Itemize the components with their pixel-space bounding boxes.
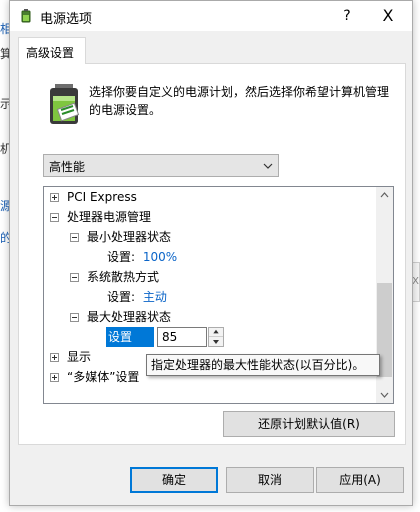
tab-label: 高级设置 <box>26 46 75 60</box>
power-plan-dropdown[interactable]: 高性能 <box>43 154 279 177</box>
setting-value[interactable]: 100% <box>143 250 177 264</box>
spin-down-icon[interactable] <box>209 337 223 346</box>
scroll-up-icon[interactable] <box>376 187 393 204</box>
tree-item-label: PCI Express <box>67 190 137 204</box>
expand-plus-icon[interactable] <box>50 353 59 362</box>
tree-item-cooling-policy[interactable]: 系统散热方式 <box>70 267 159 287</box>
dialog-title: 电源选项 <box>40 12 93 27</box>
battery-icon <box>50 84 80 124</box>
collapse-minus-icon[interactable] <box>70 233 79 242</box>
tooltip: 指定处理器的最大性能状态(以百分比)。 <box>146 354 380 376</box>
restore-defaults-button[interactable]: 还原计划默认值(R) <box>223 411 395 437</box>
expand-plus-icon[interactable] <box>50 193 59 202</box>
cancel-button[interactable]: 取消 <box>226 467 314 493</box>
tree-item-label: 最小处理器状态 <box>87 230 172 244</box>
scroll-down-icon[interactable] <box>376 386 393 403</box>
ok-button[interactable]: 确定 <box>130 467 218 493</box>
tree-setting-min-state[interactable]: 设置: 100% <box>107 247 177 267</box>
bg-close-icon: X <box>412 276 419 287</box>
max-state-setting-label: 设置(%): <box>106 327 154 364</box>
max-state-stepper[interactable] <box>208 327 224 347</box>
tree-item-label: “多媒体”设置 <box>67 370 140 384</box>
setting-label: 设置: <box>107 290 136 304</box>
tree-item-label: 最大处理器状态 <box>87 310 172 324</box>
tree-setting-cooling[interactable]: 设置: 主动 <box>107 287 167 307</box>
tree-item-max-processor-state[interactable]: 最大处理器状态 <box>70 307 171 327</box>
collapse-minus-icon[interactable] <box>70 273 79 282</box>
tree-item-label: 显示 <box>67 350 92 364</box>
setting-value[interactable]: 主动 <box>143 290 167 304</box>
tree-item-label: 系统散热方式 <box>87 270 160 284</box>
chevron-down-icon <box>263 163 273 169</box>
tab-advanced-settings[interactable]: 高级设置 <box>18 37 86 64</box>
advanced-settings-panel: 选择你要自定义的电源计划，然后选择你希望计算机管理的电源设置。 高性能 PCI … <box>18 63 406 445</box>
setting-label: 设置: <box>107 250 136 264</box>
power-plan-selected: 高性能 <box>49 160 86 174</box>
tree-item-multimedia[interactable]: “多媒体”设置 <box>50 367 139 387</box>
title-bar: 电源选项 ? X <box>10 1 412 31</box>
apply-button[interactable]: 应用(A) <box>316 467 404 493</box>
close-button[interactable]: X <box>376 5 400 27</box>
tree-item-min-processor-state[interactable]: 最小处理器状态 <box>70 227 171 247</box>
help-button[interactable]: ? <box>336 5 358 27</box>
power-options-dialog: 电源选项 ? X 高级设置 选择你要自定义的电源计划，然后选择你希望计算机管理的… <box>9 0 413 506</box>
tree-item-processor-power[interactable]: 处理器电源管理 <box>50 207 151 227</box>
collapse-minus-icon[interactable] <box>50 213 59 222</box>
tree-item-display[interactable]: 显示 <box>50 347 91 367</box>
power-options-icon <box>21 9 31 23</box>
max-state-value-input[interactable]: 85 <box>157 327 207 347</box>
tree-item-label: 处理器电源管理 <box>67 210 152 224</box>
collapse-minus-icon[interactable] <box>70 313 79 322</box>
description-text: 选择你要自定义的电源计划，然后选择你希望计算机管理的电源设置。 <box>89 85 390 117</box>
spin-up-icon[interactable] <box>209 328 223 337</box>
expand-plus-icon[interactable] <box>50 373 59 382</box>
tree-item-pci-express[interactable]: PCI Express <box>50 187 137 207</box>
